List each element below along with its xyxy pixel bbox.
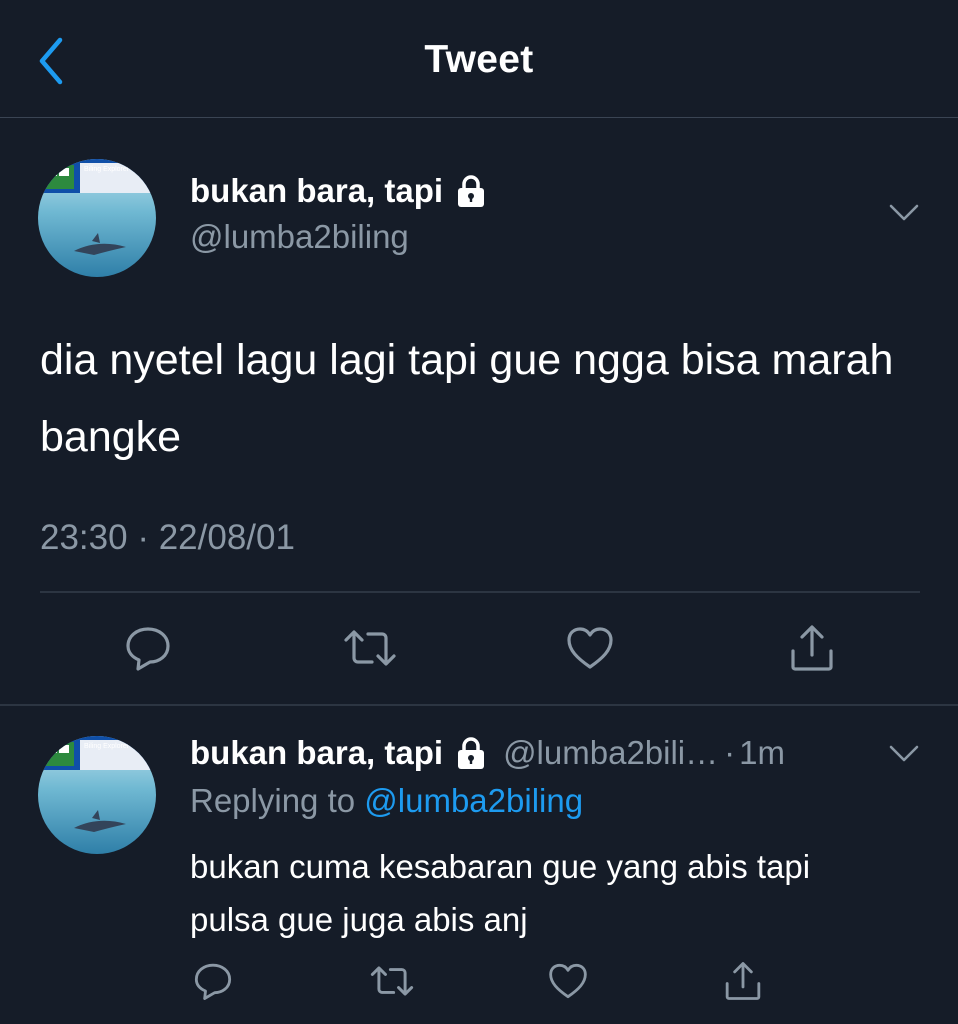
mention-link[interactable]: @lumba2biling [364, 782, 583, 819]
meta-separator: · [724, 734, 736, 771]
divider [0, 704, 958, 706]
top-bar: Tweet [0, 0, 958, 118]
retweet-icon [370, 966, 414, 996]
reply-header: bukan bara, tapi @lumba2bili… · 1m [190, 728, 785, 778]
reply-icon [126, 627, 170, 671]
tweet-timestamp: 23:30 · 22/08/01 [40, 518, 295, 558]
avatar[interactable]: Biling Explorer [38, 736, 156, 854]
chevron-down-icon [889, 745, 919, 762]
tweet-detail-screen: Tweet Biling Explorer bukan bara, tapi @… [0, 0, 958, 1024]
display-name[interactable]: bukan bara, tapi [190, 172, 443, 210]
tweet-date: 22/08/01 [158, 518, 295, 557]
lock-icon [455, 174, 487, 208]
meta-separator: · [137, 518, 159, 557]
replying-label: Replying to [190, 782, 356, 819]
share-icon [725, 962, 761, 1000]
svg-text:Biling Explorer: Biling Explorer [84, 743, 130, 750]
reply-icon [194, 963, 232, 1000]
tweet-text: bukan cuma kesabaran gue yang abis tapi … [190, 848, 811, 938]
share-button[interactable] [784, 620, 840, 676]
reply-button[interactable] [120, 620, 176, 676]
display-name[interactable]: bukan bara, tapi [190, 734, 443, 772]
tweet-time: 23:30 [40, 518, 128, 557]
tweet-actions [0, 958, 958, 1006]
replying-to: Replying to @lumba2biling [190, 782, 583, 820]
retweet-button[interactable] [366, 958, 418, 1004]
like-button[interactable] [562, 620, 618, 676]
like-button[interactable] [545, 958, 591, 1004]
lock-icon [455, 736, 487, 770]
share-button[interactable] [720, 958, 766, 1004]
more-options-button[interactable] [884, 736, 924, 772]
page-title: Tweet [424, 38, 534, 81]
more-options-button[interactable] [884, 195, 924, 231]
heart-icon [567, 627, 613, 669]
author-handle[interactable]: @lumba2bili… [503, 734, 718, 772]
reply-button[interactable] [190, 958, 236, 1004]
avatar[interactable]: Biling Explorer [38, 159, 156, 277]
chevron-down-icon [889, 204, 919, 221]
tweet-time: 1m [739, 734, 785, 771]
tweet-actions [0, 620, 958, 680]
heart-icon [549, 963, 587, 999]
share-icon [791, 625, 833, 671]
svg-text:Biling Explorer: Biling Explorer [84, 166, 130, 173]
author-handle[interactable]: @lumba2biling [190, 218, 409, 256]
retweet-icon [344, 630, 396, 666]
retweet-button[interactable] [340, 620, 400, 676]
tweet-text: dia nyetel lagu lagi tapi gue ngga bisa … [40, 336, 894, 461]
divider [40, 591, 920, 593]
author-name-row[interactable]: bukan bara, tapi [190, 168, 487, 214]
